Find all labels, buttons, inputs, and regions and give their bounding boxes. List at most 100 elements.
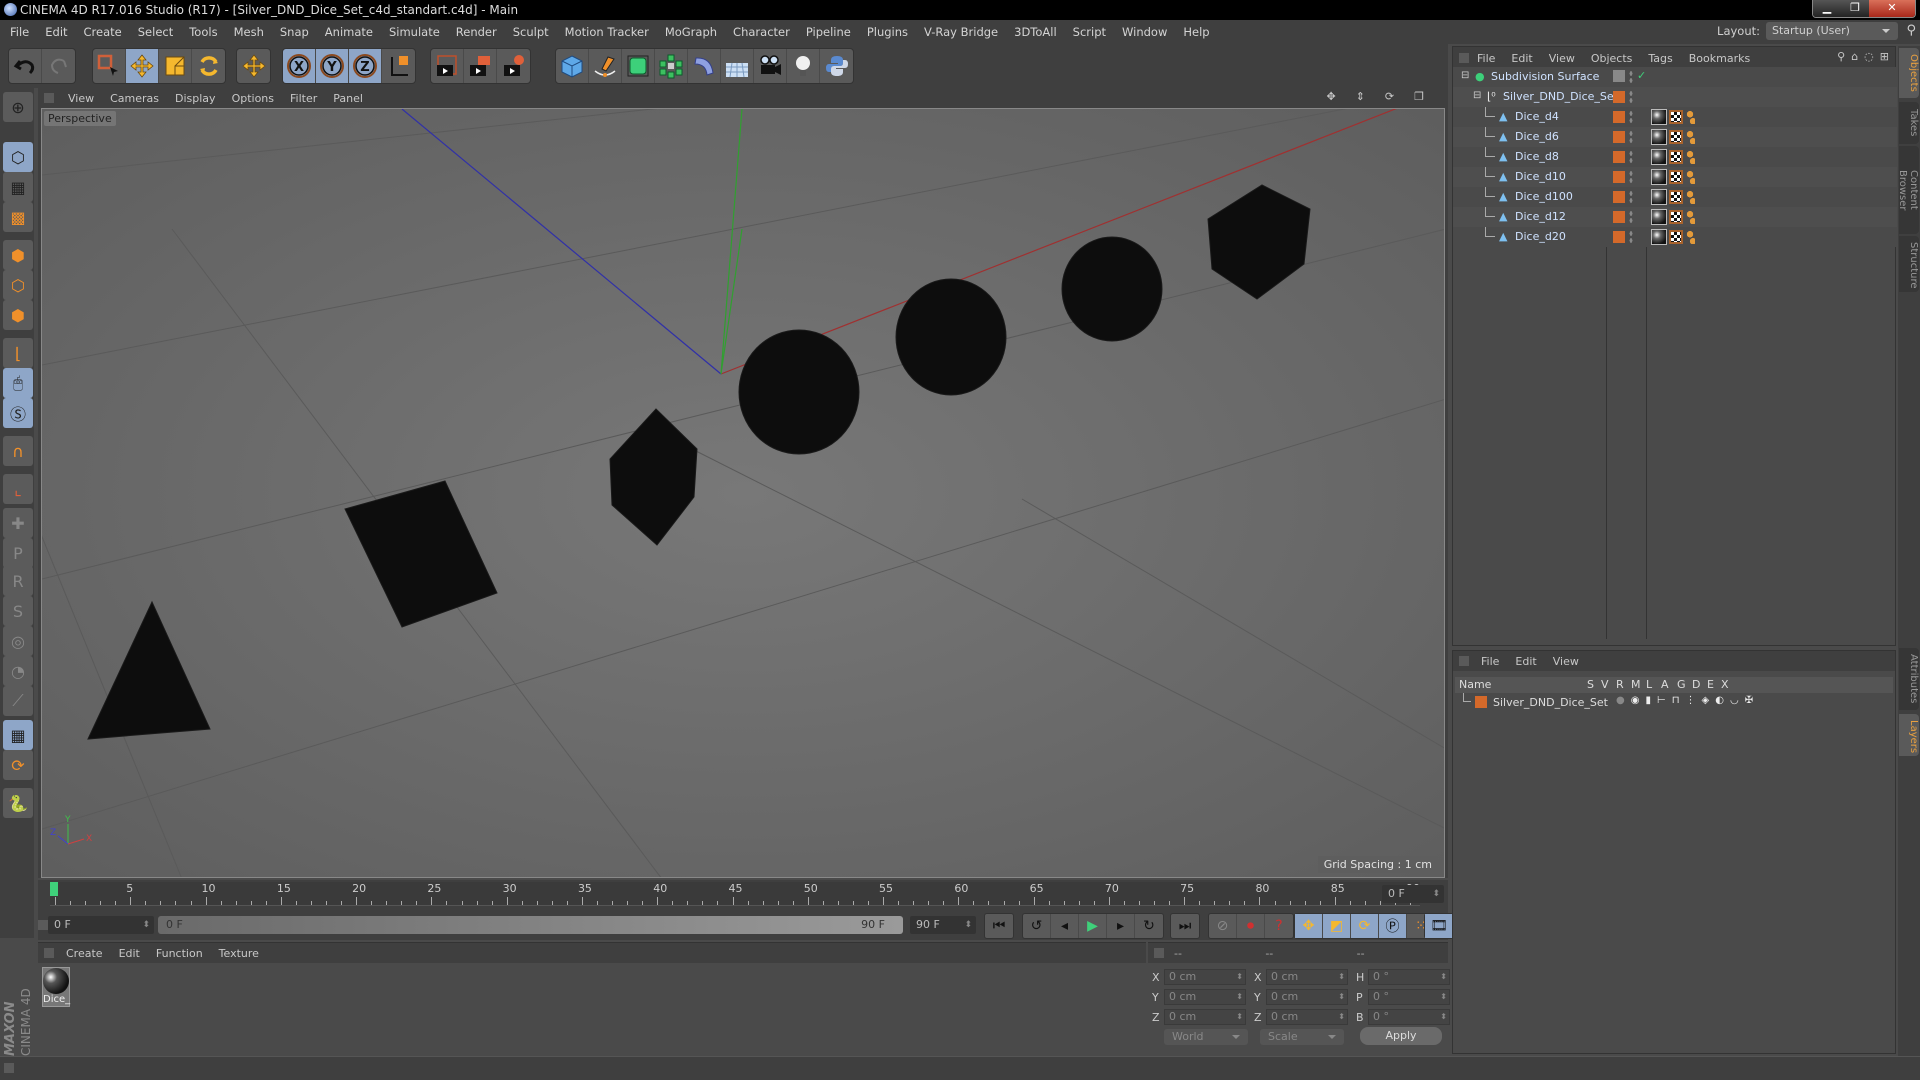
object-row[interactable]: ▲ Dice_d12 [1453, 207, 1897, 227]
manager-flag-icon[interactable]: ⊢ [1657, 695, 1666, 706]
rotation-field[interactable]: 0 ° [1368, 969, 1450, 985]
object-row[interactable]: ⌊⁰ ⊟ Silver_DND_Dice_Set [1453, 87, 1897, 107]
layer-color-swatch[interactable] [1613, 231, 1625, 243]
dice-d100[interactable] [895, 278, 1007, 396]
dice-d10[interactable] [738, 329, 860, 455]
menu-simulate[interactable]: Simulate [389, 25, 440, 39]
key-scale-icon[interactable]: ◩ [1323, 914, 1351, 938]
object-name[interactable]: Dice_d10 [1515, 170, 1566, 183]
size-field[interactable]: 0 cm [1266, 1009, 1348, 1025]
object-row[interactable]: ▲ Dice_d100 [1453, 187, 1897, 207]
end-frame-field[interactable]: 90 F [910, 916, 976, 934]
uvw-tag-icon[interactable] [1669, 210, 1683, 224]
panel-grip[interactable] [44, 948, 54, 958]
layer-column-d[interactable]: D [1692, 678, 1700, 691]
menu-tools[interactable]: Tools [189, 25, 217, 39]
rotate-icon[interactable] [192, 49, 225, 83]
layer-column-l[interactable]: L [1646, 678, 1652, 691]
menu-v-ray-bridge[interactable]: V-Ray Bridge [924, 25, 998, 39]
layer-color-swatch[interactable] [1613, 191, 1625, 203]
xref-flag-icon[interactable]: ✠ [1745, 695, 1753, 706]
menu-select[interactable]: Select [138, 25, 173, 39]
workplane-icon[interactable]: ▩ [3, 202, 33, 232]
deformers-flag-icon[interactable]: ◐ [1715, 695, 1724, 706]
object-row[interactable]: ● ⊟ Subdivision Surface ✓ [1453, 67, 1897, 87]
material-tag-icon[interactable] [1651, 189, 1667, 205]
layer-column-r[interactable]: R [1616, 678, 1624, 691]
visibility-dots[interactable] [1629, 210, 1633, 224]
array-icon[interactable] [655, 49, 688, 83]
material-menu-texture[interactable]: Texture [219, 947, 259, 960]
x-axis-icon[interactable]: X [283, 49, 316, 83]
material-tag-icon[interactable] [1651, 169, 1667, 185]
layer-row[interactable]: Silver_DND_Dice_Set ● ◉ ▮ ⊢ ⊓ ⋮ ◈ ◐ ◡ ✠ [1453, 693, 1897, 711]
render-region-icon[interactable] [464, 49, 497, 83]
phong-tag-icon[interactable] [1685, 170, 1695, 184]
menu-pipeline[interactable]: Pipeline [806, 25, 851, 39]
phong-tag-icon[interactable] [1685, 210, 1695, 224]
light-icon[interactable] [787, 49, 820, 83]
object-menu-tags[interactable]: Tags [1648, 52, 1672, 65]
visibility-dots[interactable] [1629, 230, 1633, 244]
side-tab-objects[interactable]: Objects [1899, 48, 1919, 98]
step-back-icon[interactable]: ◂ [1051, 914, 1079, 938]
layer-color-swatch[interactable] [1613, 211, 1625, 223]
menu-mograph[interactable]: MoGraph [665, 25, 717, 39]
side-tab-attributes[interactable]: Attributes [1899, 648, 1919, 710]
visibility-dots[interactable] [1629, 190, 1633, 204]
enabled-check-icon[interactable]: ✓ [1637, 69, 1646, 82]
workplane-rotate-icon[interactable]: ⟳ [3, 750, 33, 780]
live-selection-icon[interactable] [93, 49, 126, 83]
tweak-mode-icon[interactable]: 🖱 [3, 368, 33, 398]
phong-tag-icon[interactable] [1685, 110, 1695, 124]
python-icon[interactable] [820, 49, 853, 83]
range-slider[interactable]: 0 F 90 F [158, 916, 903, 934]
menu-motion-tracker[interactable]: Motion Tracker [565, 25, 649, 39]
timeline-window-icon[interactable]: 🎞 [1425, 914, 1453, 938]
layer-menu-edit[interactable]: Edit [1515, 655, 1536, 668]
camera-icon[interactable] [754, 49, 787, 83]
make-editable-icon[interactable]: ⊕ [3, 92, 33, 122]
size-field[interactable]: 0 cm [1266, 989, 1348, 1005]
layer-color-swatch[interactable] [1475, 696, 1487, 708]
solo-icon[interactable]: Ⓢ [3, 398, 33, 428]
side-tab-layers[interactable]: Layers [1899, 714, 1919, 756]
object-name[interactable]: Dice_d8 [1515, 150, 1559, 163]
home-icon[interactable]: ⌂ [1851, 50, 1858, 63]
panel-grip[interactable] [1459, 53, 1469, 63]
apply-button[interactable]: Apply [1360, 1027, 1442, 1045]
menu-edit[interactable]: Edit [45, 25, 67, 39]
edges-mode-icon[interactable]: ⬡ [3, 270, 33, 300]
panel-grip[interactable] [4, 1063, 14, 1073]
menu-animate[interactable]: Animate [325, 25, 373, 39]
viewport-menu-options[interactable]: Options [232, 92, 274, 105]
layer-menu-view[interactable]: View [1553, 655, 1579, 668]
side-tab-content-browser[interactable]: Content Browser [1897, 146, 1919, 234]
dice-d12[interactable] [1061, 236, 1163, 342]
visibility-dots[interactable] [1629, 90, 1633, 104]
coordinate-mode-dropdown[interactable]: World [1164, 1029, 1248, 1045]
record-key-icon[interactable]: ⏺ [1237, 914, 1265, 938]
object-menu-file[interactable]: File [1477, 52, 1495, 65]
material-tag-icon[interactable] [1651, 129, 1667, 145]
key-position-icon[interactable]: ✥ [1295, 914, 1323, 938]
uvw-tag-icon[interactable] [1669, 230, 1683, 244]
rotation-field[interactable]: 0 ° [1368, 1009, 1450, 1025]
object-menu-view[interactable]: View [1549, 52, 1575, 65]
layer-menu-file[interactable]: File [1481, 655, 1499, 668]
redo-icon[interactable] [42, 49, 75, 83]
object-row[interactable]: ▲ Dice_d20 [1453, 227, 1897, 247]
playhead[interactable] [50, 882, 58, 896]
uvw-tag-icon[interactable] [1669, 110, 1683, 124]
object-name[interactable]: Dice_d20 [1515, 230, 1566, 243]
layer-column-e[interactable]: E [1707, 678, 1714, 691]
model-mode-icon[interactable]: ⬡ [3, 142, 33, 172]
layer-color-swatch[interactable] [1613, 131, 1625, 143]
goto-end-icon[interactable]: ⏭ [1171, 914, 1199, 938]
object-name[interactable]: Subdivision Surface [1491, 70, 1599, 83]
object-menu-bookmarks[interactable]: Bookmarks [1689, 52, 1750, 65]
brush-psr-icon[interactable]: S [3, 596, 33, 626]
layer-column-name[interactable]: Name [1459, 678, 1491, 691]
current-frame-field[interactable]: 0 F [1382, 885, 1444, 903]
render-settings-icon[interactable] [497, 49, 530, 83]
